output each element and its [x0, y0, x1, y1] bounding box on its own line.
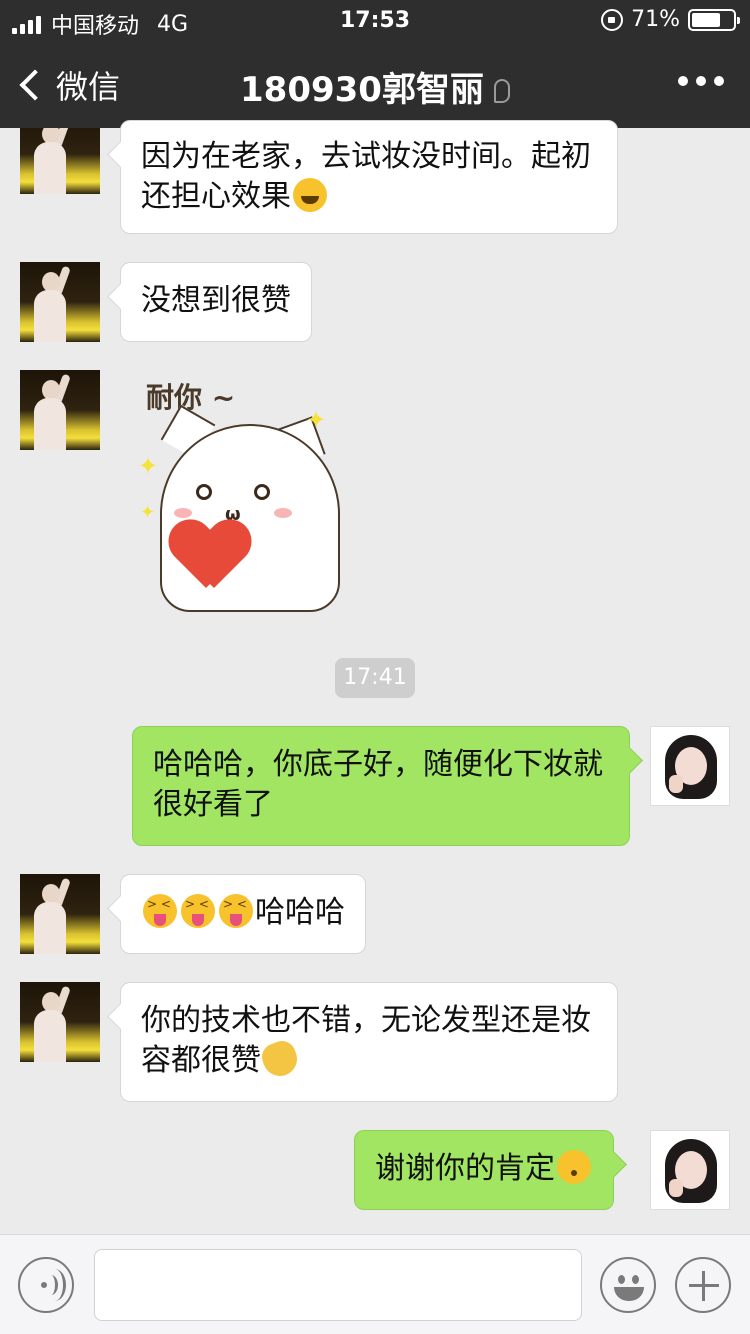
squinting-tongue-emoji-icon — [181, 894, 215, 928]
clapping-hands-emoji-icon — [258, 1037, 302, 1081]
message-bubble[interactable]: 没想到很赞 — [120, 262, 312, 342]
message-text: 哈哈哈，你底子好，随便化下妆就很好看了 — [153, 747, 603, 822]
avatar[interactable] — [20, 982, 100, 1062]
chat-title-wrap: 180930郭智丽 — [0, 62, 750, 111]
status-bar: 中国移动 4G 17:53 71% — [0, 0, 750, 40]
message-text: 谢谢你的肯定 — [375, 1151, 555, 1186]
heart-icon — [170, 522, 250, 594]
squinting-tongue-emoji-icon — [219, 894, 253, 928]
laugh-cry-emoji-icon — [293, 178, 327, 212]
message-bubble[interactable]: 谢谢你的肯定 — [354, 1130, 614, 1210]
nav-bar: 微信 180930郭智丽 — [0, 40, 750, 128]
chat-title: 180930郭智丽 — [240, 70, 484, 110]
more-dots-icon[interactable] — [678, 76, 724, 86]
avatar[interactable] — [20, 370, 100, 450]
plus-icon[interactable] — [675, 1257, 731, 1313]
message-text: 没想到很赞 — [141, 283, 291, 318]
battery-percent: 71% — [631, 7, 680, 32]
avatar[interactable] — [20, 874, 100, 954]
earpiece-mode-icon — [493, 79, 510, 103]
kissing-emoji-icon — [557, 1150, 591, 1184]
squinting-tongue-emoji-icon — [143, 894, 177, 928]
rotation-lock-icon — [601, 8, 624, 31]
cat-sticker[interactable]: 耐你 ~ ω ✦ ✦ ✦ — [130, 372, 360, 612]
emoji-icon[interactable] — [600, 1257, 656, 1313]
message-bubble[interactable]: 你的技术也不错，无论发型还是妆容都很赞 — [120, 982, 618, 1102]
message-text: 你的技术也不错，无论发型还是妆容都很赞 — [141, 1003, 591, 1078]
avatar[interactable] — [650, 726, 730, 806]
message-bubble[interactable]: 哈哈哈 — [120, 874, 366, 954]
message-bubble[interactable]: 哈哈哈，你底子好，随便化下妆就很好看了 — [132, 726, 630, 846]
message-bubble[interactable]: 因为在老家，去试妆没时间。起初还担心效果 — [120, 120, 618, 234]
message-text: 哈哈哈 — [255, 895, 345, 930]
message-input[interactable] — [94, 1249, 582, 1321]
timestamp: 17:41 — [335, 658, 415, 698]
avatar[interactable] — [20, 262, 100, 342]
voice-icon[interactable] — [18, 1257, 74, 1313]
message-text: 因为在老家，去试妆没时间。起初还担心效果 — [141, 139, 591, 214]
battery-icon — [688, 8, 740, 31]
input-bar — [0, 1234, 750, 1334]
avatar[interactable] — [650, 1130, 730, 1210]
